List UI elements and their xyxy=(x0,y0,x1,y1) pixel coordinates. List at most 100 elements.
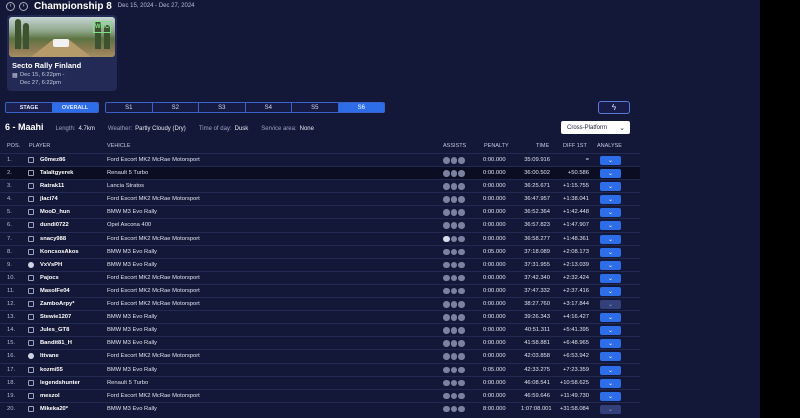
tab-s6[interactable]: S6 xyxy=(338,103,384,112)
row-player[interactable]: jlaci74 xyxy=(40,196,58,202)
table-row[interactable]: 6. dundi0722 Opel Ascona 400 0:00.000 36:57.… xyxy=(0,218,640,231)
analyse-button[interactable]: ⌄ xyxy=(600,234,621,244)
row-player[interactable]: snacy988 xyxy=(40,236,66,242)
analyse-button[interactable]: ⌄ xyxy=(600,365,621,375)
tab-s4[interactable]: S4 xyxy=(245,103,292,112)
row-player[interactable]: meszol xyxy=(40,393,60,399)
row-vehicle: BMW M3 Evo Rally xyxy=(107,405,157,412)
assist-icon xyxy=(443,170,450,177)
row-position: 13. xyxy=(7,314,16,321)
analyse-button[interactable]: ⌄ xyxy=(600,273,621,283)
row-player[interactable]: kozmi55 xyxy=(40,367,63,373)
row-time: 36:47.957 xyxy=(524,196,550,203)
row-position: 20. xyxy=(7,405,16,412)
stage-options-button[interactable]: ϟ xyxy=(598,101,630,114)
analyse-button[interactable]: ⌄ xyxy=(600,156,621,165)
table-row[interactable]: 19. meszol Ford Escort MK2 McRae Motorspor… xyxy=(0,388,640,402)
row-diff: +11:49.730 xyxy=(560,392,589,399)
view-toggle: STAGE OVERALL xyxy=(5,102,99,113)
analyse-button[interactable]: ⌄ xyxy=(600,300,621,310)
assist-icon xyxy=(450,209,457,216)
pc-icon xyxy=(28,379,34,386)
table-row[interactable]: 12. ZamboArpy* Ford Escort MK2 McRae Motor… xyxy=(0,297,640,310)
row-position: 8. xyxy=(7,248,12,255)
row-penalty: 0:00.000 xyxy=(483,301,506,308)
row-penalty: 0:00.000 xyxy=(483,183,506,190)
table-row[interactable]: 8. KoncsosAkos BMW M3 Evo Rally 0:05.000 37:… xyxy=(0,244,640,258)
row-position: 18. xyxy=(7,379,16,386)
table-row[interactable]: 11. MasolFe04 Ford Escort MK2 McRae Motors… xyxy=(0,283,640,297)
table-row[interactable]: 7. snacy988 Ford Escort MK2 McRae Motorspo… xyxy=(0,231,640,245)
row-player[interactable]: Bandit81_H xyxy=(40,340,72,346)
row-player[interactable]: MooD_hun xyxy=(40,209,70,215)
row-player[interactable]: MasolFe04 xyxy=(40,288,70,294)
platform-filter-dropdown[interactable]: Cross-Platform ⌄ xyxy=(561,121,630,134)
row-position: 17. xyxy=(7,366,16,373)
back-icon[interactable]: ‹ xyxy=(6,1,15,11)
table-row[interactable]: 14. Jules_GT8 BMW M3 Evo Rally 0:00.000 40:5… xyxy=(0,323,640,336)
analyse-button[interactable]: ⌄ xyxy=(600,247,621,257)
row-player[interactable]: Mikeka20* xyxy=(40,406,68,412)
analyse-button[interactable]: ⌄ xyxy=(600,286,621,296)
row-player[interactable]: ZamboArpy* xyxy=(40,301,74,307)
row-diff: +2:37.416 xyxy=(563,287,589,294)
row-position: 19. xyxy=(7,392,16,399)
screen-border xyxy=(760,0,800,418)
chevron-down-icon: ⌄ xyxy=(607,302,614,309)
analyse-button[interactable]: ⌄ xyxy=(600,378,621,388)
table-row[interactable]: 20. Mikeka20* BMW M3 Evo Rally 8:00.000 1:07… xyxy=(0,401,640,415)
analyse-button[interactable]: ⌄ xyxy=(600,195,621,205)
table-row[interactable]: 1. G0mez86 Ford Escort MK2 McRae Motorspor… xyxy=(0,153,640,166)
row-player[interactable]: dundi0722 xyxy=(40,222,69,228)
analyse-button[interactable]: ⌄ xyxy=(600,404,621,414)
analyse-button[interactable]: ⌄ xyxy=(600,221,621,231)
analyse-button[interactable]: ⌄ xyxy=(600,208,621,218)
row-player[interactable]: Jules_GT8 xyxy=(40,327,69,333)
row-player[interactable]: Talaltgyerek xyxy=(40,170,73,176)
table-row[interactable]: 13. Stewie1207 BMW M3 Evo Rally 0:00.000 39:… xyxy=(0,310,640,323)
table-row[interactable]: 16. lttvane Ford Escort MK2 McRae Motorspo… xyxy=(0,349,640,362)
row-penalty: 0:00.000 xyxy=(483,353,506,360)
analyse-button[interactable]: ⌄ xyxy=(600,391,621,401)
tab-s1[interactable]: S1 xyxy=(106,103,153,112)
tab-s3[interactable]: S3 xyxy=(199,103,246,112)
assist-icon xyxy=(450,222,457,229)
row-vehicle: Ford Escort MK2 McRae Motorsport xyxy=(107,274,200,281)
leaderboard-screen: ‹ › Championship 8 Dec 15, 2024 - Dec 27… xyxy=(0,0,760,418)
row-player[interactable]: legendshunter xyxy=(40,380,80,386)
analyse-button[interactable]: ⌄ xyxy=(600,182,621,192)
row-player[interactable]: Pajocs xyxy=(40,275,59,281)
table-row[interactable]: 5. MooD_hun BMW M3 Evo Rally 0:00.000 36:52.… xyxy=(0,205,640,218)
row-diff: +2:08.173 xyxy=(563,248,589,255)
table-row[interactable]: 2. Talaltgyerek Renault 5 Turbo 0:00.000 36:… xyxy=(0,166,640,180)
table-row[interactable]: 15. Bandit81_H BMW M3 Evo Rally 0:00.000 41:… xyxy=(0,336,640,349)
row-player[interactable]: VxVsPH xyxy=(40,262,62,268)
analyse-button[interactable]: ⌄ xyxy=(600,313,621,323)
overall-toggle-button[interactable]: OVERALL xyxy=(52,103,98,112)
row-assists xyxy=(443,287,465,295)
table-row[interactable]: 10. Pajocs Ford Escort MK2 McRae Motorspor… xyxy=(0,270,640,284)
stage-toggle-button[interactable]: STAGE xyxy=(6,103,52,112)
forward-icon[interactable]: › xyxy=(19,1,28,11)
table-row[interactable]: 3. Ratrak11 Lancia Stratos 0:00.000 36:25.67… xyxy=(0,179,640,192)
analyse-button[interactable]: ⌄ xyxy=(600,339,621,349)
analyse-button[interactable]: ⌄ xyxy=(600,352,621,362)
lightning-icon: ϟ xyxy=(611,103,617,112)
table-row[interactable]: 17. kozmi55 BMW M3 Evo Rally 0:05.000 42:33.… xyxy=(0,362,640,376)
analyse-button[interactable]: ⌄ xyxy=(600,326,621,336)
event-card[interactable]: WRC Secto Rally Finland ▦ Dec 15, 6:22pm… xyxy=(7,15,117,91)
table-row[interactable]: 18. legendshunter Renault 5 Turbo 0:00.000 4… xyxy=(0,375,640,389)
row-player[interactable]: G0mez86 xyxy=(40,157,65,163)
tab-s2[interactable]: S2 xyxy=(152,103,199,112)
analyse-button[interactable]: ⌄ xyxy=(600,260,621,270)
row-player[interactable]: KoncsosAkos xyxy=(40,249,79,255)
table-row[interactable]: 4. jlaci74 Ford Escort MK2 McRae Motorspor… xyxy=(0,192,640,205)
analyse-button[interactable]: ⌄ xyxy=(600,169,621,179)
table-row[interactable]: 9. VxVsPH BMW M3 Evo Rally 0:00.000 37:31.95… xyxy=(0,257,640,271)
row-player[interactable]: Stewie1207 xyxy=(40,314,71,320)
row-player[interactable]: lttvane xyxy=(40,353,59,359)
row-player[interactable]: Ratrak11 xyxy=(40,183,64,189)
row-assists xyxy=(443,366,465,373)
row-penalty: 0:00.000 xyxy=(483,392,506,399)
tab-s5[interactable]: S5 xyxy=(292,103,339,112)
